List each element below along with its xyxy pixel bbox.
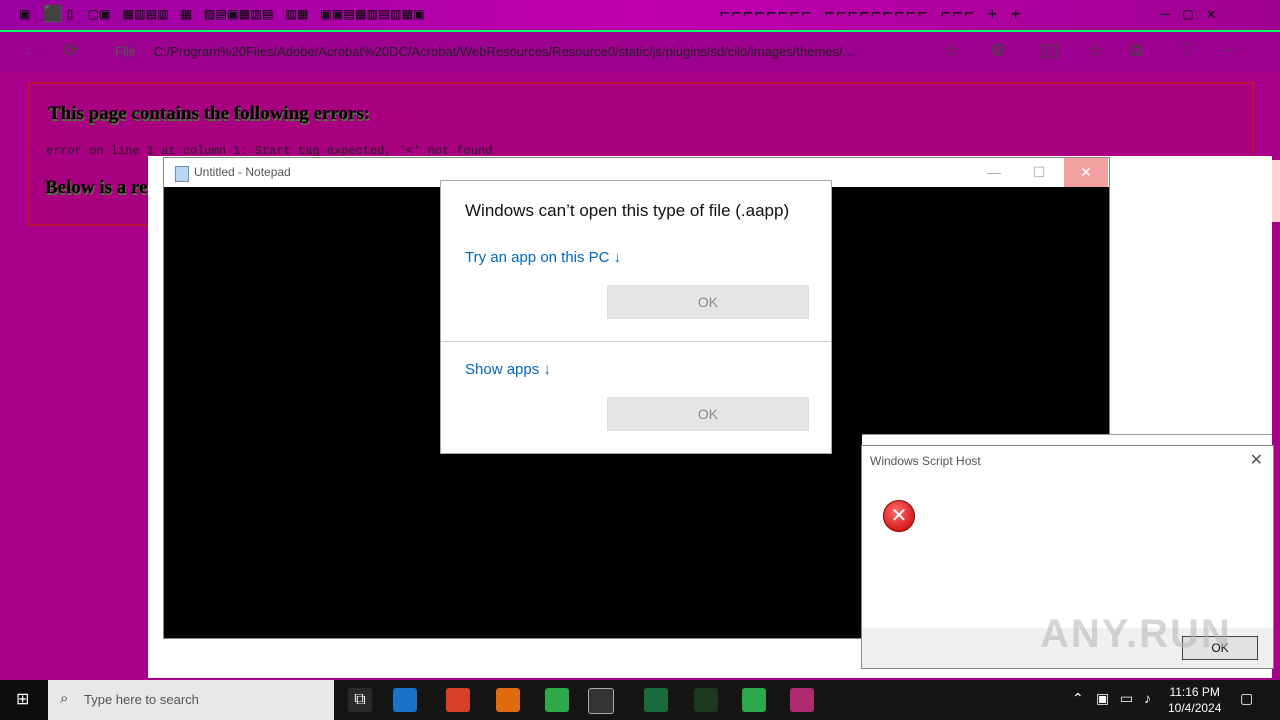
try-app-link[interactable]: Try an app on this PC ↓ (465, 249, 621, 266)
address-bar[interactable]: File C:/Program%20Files/Adobe/Acrobat%20… (115, 38, 930, 66)
clock-time: 11:16 PM (1169, 685, 1220, 699)
show-apps-link[interactable]: Show apps ↓ (465, 361, 551, 378)
app-icon-3[interactable] (545, 688, 569, 712)
split-screen-icon[interactable]: ▯▯ (1040, 40, 1060, 61)
dialog-heading: Windows can’t open this type of file (.a… (465, 201, 790, 220)
tray-chevron-icon[interactable]: ⌃ (1072, 690, 1084, 707)
tab-strip-noise: ▣ ⬛▯ ▢▣ ▦▥▤▥ ▦ ▨▤▣▦▥▤ ▥▦ ▣▣▤▦▥▤▥▦▣ (20, 4, 426, 23)
search-icon: ⌕ (60, 690, 69, 707)
search-placeholder: Type here to search (84, 692, 199, 707)
error-icon: ✕ (883, 500, 915, 532)
open-with-dialog: Windows can’t open this type of file (.a… (440, 180, 832, 454)
taskbar-search[interactable]: ⌕ Type here to search (48, 680, 334, 720)
tab-strip-noise-right: ⌐⌐⌐⌐⌐⌐⌐⌐ ⌐⌐⌐⌐⌐⌐⌐⌐⌐ ⌐⌐⌐ + + (720, 4, 1023, 23)
notifications-icon[interactable]: ▢ (1240, 690, 1253, 707)
taskbar: ⊞ ⌕ Type here to search ⧉ ⌃ ▣ ▭ ♪ 11:16 … (0, 680, 1280, 720)
tray-device-icon[interactable]: ▣ (1096, 690, 1109, 707)
browser-tab-strip: ▣ ⬛▯ ▢▣ ▦▥▤▥ ▦ ▨▤▣▦▥▤ ▥▦ ▣▣▤▦▥▤▥▦▣ ⌐⌐⌐⌐⌐… (0, 0, 1280, 32)
browser-essentials-icon[interactable]: ♡ (1180, 40, 1196, 61)
task-view-icon[interactable]: ⧉ (348, 688, 372, 712)
ok-button-2[interactable]: OK (607, 397, 809, 431)
app-icon-1[interactable] (446, 688, 470, 712)
window-controls[interactable]: — ▢ ✕ (1160, 4, 1218, 24)
taskbar-clock[interactable]: 11:16 PM 10/4/2024 (1168, 684, 1221, 716)
start-button[interactable]: ⊞ (0, 680, 48, 720)
edge-icon[interactable] (393, 688, 417, 712)
close-button[interactable]: ✕ (1064, 158, 1108, 187)
extensions-icon[interactable]: ⚙ (990, 40, 1006, 61)
collections-icon[interactable]: ⧉ (1130, 40, 1143, 61)
anyrun-watermark: ANY.RUN (1040, 612, 1232, 656)
maximize-button[interactable]: ☐ (1017, 158, 1061, 187)
app-icon-6[interactable] (694, 688, 718, 712)
wsh-close-icon[interactable]: ✕ (1250, 450, 1263, 470)
address-file-tag: File (115, 44, 136, 59)
favorites-icon[interactable]: ☆ (1088, 40, 1104, 61)
firefox-icon[interactable] (496, 688, 520, 712)
favorite-star-icon[interactable]: ☆ (944, 40, 960, 61)
minimize-button[interactable]: — (972, 158, 1016, 187)
clock-date: 10/4/2024 (1168, 701, 1222, 715)
app-icon-7[interactable] (742, 688, 766, 712)
more-menu-icon[interactable]: ⋯ (1222, 40, 1240, 61)
network-icon[interactable]: ▭ (1120, 690, 1133, 707)
refresh-icon[interactable]: ⟳ (64, 40, 79, 61)
dialog-divider (441, 341, 831, 342)
app-icon-8[interactable] (790, 688, 814, 712)
xml-error-below: Below is a ren (45, 177, 159, 198)
app-icon-5[interactable] (644, 688, 668, 712)
notepad-title: Untitled - Notepad (194, 165, 291, 179)
ok-button-1[interactable]: OK (607, 285, 809, 319)
wsh-title: Windows Script Host (870, 454, 981, 468)
notepad-icon (175, 166, 189, 182)
xml-error-title: This page contains the following errors: (48, 103, 371, 124)
volume-icon[interactable]: ♪ (1144, 690, 1151, 706)
address-url: C:/Program%20Files/Adobe/Acrobat%20DC/Ac… (153, 44, 854, 59)
windows-logo-icon: ⊞ (16, 691, 30, 708)
cmd-icon[interactable] (588, 688, 614, 714)
back-icon[interactable]: ← (22, 40, 40, 61)
